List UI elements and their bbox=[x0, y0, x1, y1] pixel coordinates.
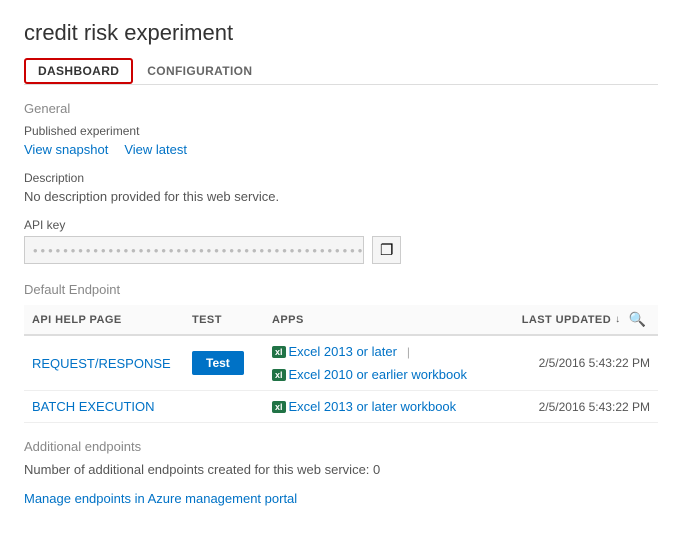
excel-badge-2013-be: xl bbox=[272, 401, 286, 413]
apps-list-be: xl Excel 2013 or later workbook bbox=[272, 399, 480, 414]
col-api-help-page: API HELP PAGE bbox=[24, 305, 184, 335]
additional-endpoints-section: Additional endpoints Number of additiona… bbox=[24, 439, 658, 506]
tab-dashboard[interactable]: DASHBOARD bbox=[24, 58, 133, 84]
excel-2013-label-rr[interactable]: Excel 2013 or later bbox=[289, 344, 397, 359]
published-experiment: Published experiment View snapshot View … bbox=[24, 124, 658, 157]
table-header-row: API HELP PAGE TEST APPS LAST UPDATED ↓ 🔍 bbox=[24, 305, 658, 335]
excel-2013-link-rr[interactable]: xl Excel 2013 or later bbox=[272, 344, 397, 359]
description-text: No description provided for this web ser… bbox=[24, 189, 658, 204]
additional-endpoints-count: Number of additional endpoints created f… bbox=[24, 462, 658, 477]
apps-cell-be: xl Excel 2013 or later workbook bbox=[264, 391, 488, 423]
excel-badge-2010-rr: xl bbox=[272, 369, 286, 381]
page-title: credit risk experiment bbox=[24, 20, 658, 46]
request-response-link-cell: REQUEST/RESPONSE bbox=[24, 335, 184, 391]
description-section: Description No description provided for … bbox=[24, 171, 658, 204]
excel-badge-2013-rr: xl bbox=[272, 346, 286, 358]
endpoint-table: API HELP PAGE TEST APPS LAST UPDATED ↓ 🔍 bbox=[24, 305, 658, 423]
last-updated-rr: 2/5/2016 5:43:22 PM bbox=[488, 335, 658, 391]
last-updated-be: 2/5/2016 5:43:22 PM bbox=[488, 391, 658, 423]
additional-endpoints-label: Additional endpoints bbox=[24, 439, 658, 454]
col-apps: APPS bbox=[264, 305, 488, 335]
test-button-cell-be bbox=[184, 391, 264, 423]
apps-cell-rr: xl Excel 2013 or later | xl Excel 2010 o… bbox=[264, 335, 488, 391]
sort-desc-icon: ↓ bbox=[615, 314, 620, 325]
api-key-value: ••••••••••••••••••••••••••••••••••••••••… bbox=[24, 236, 364, 264]
api-key-row: ••••••••••••••••••••••••••••••••••••••••… bbox=[24, 236, 658, 264]
last-updated-label: LAST UPDATED bbox=[522, 314, 611, 326]
excel-2010-label-rr[interactable]: Excel 2010 or earlier workbook bbox=[289, 367, 467, 382]
table-row: BATCH EXECUTION xl Excel 2013 or later w… bbox=[24, 391, 658, 423]
test-button-rr[interactable]: Test bbox=[192, 351, 244, 375]
api-key-label: API key bbox=[24, 218, 658, 232]
excel-2013-label-be[interactable]: Excel 2013 or later workbook bbox=[289, 399, 457, 414]
tabs-bar: DASHBOARD CONFIGURATION bbox=[24, 58, 658, 85]
tab-configuration[interactable]: CONFIGURATION bbox=[133, 58, 266, 84]
excel-2010-link-rr[interactable]: xl Excel 2010 or earlier workbook bbox=[272, 367, 467, 382]
batch-execution-link-cell: BATCH EXECUTION bbox=[24, 391, 184, 423]
manage-endpoints-link[interactable]: Manage endpoints in Azure management por… bbox=[24, 491, 297, 506]
copy-icon: ❐ bbox=[380, 241, 393, 259]
search-button[interactable]: 🔍 bbox=[625, 311, 650, 328]
main-container: credit risk experiment DASHBOARD CONFIGU… bbox=[0, 0, 682, 526]
api-key-section: API key ••••••••••••••••••••••••••••••••… bbox=[24, 218, 658, 264]
default-endpoint-section: Default Endpoint API HELP PAGE TEST APPS… bbox=[24, 282, 658, 423]
view-latest-link[interactable]: View latest bbox=[124, 142, 187, 157]
test-button-cell: Test bbox=[184, 335, 264, 391]
general-label: General bbox=[24, 101, 658, 116]
col-test: TEST bbox=[184, 305, 264, 335]
general-section: General Published experiment View snapsh… bbox=[24, 101, 658, 264]
table-row: REQUEST/RESPONSE Test xl Excel 2013 or l… bbox=[24, 335, 658, 391]
description-label: Description bbox=[24, 171, 658, 185]
published-experiment-label: Published experiment bbox=[24, 124, 658, 138]
view-snapshot-link[interactable]: View snapshot bbox=[24, 142, 108, 157]
col-last-updated: LAST UPDATED ↓ 🔍 bbox=[488, 305, 658, 335]
excel-2013-link-be[interactable]: xl Excel 2013 or later workbook bbox=[272, 399, 456, 414]
copy-api-key-button[interactable]: ❐ bbox=[372, 236, 401, 264]
batch-execution-link[interactable]: BATCH EXECUTION bbox=[32, 399, 155, 414]
apps-list-rr: xl Excel 2013 or later | xl Excel 2010 o… bbox=[272, 344, 480, 382]
default-endpoint-label: Default Endpoint bbox=[24, 282, 658, 297]
request-response-link[interactable]: REQUEST/RESPONSE bbox=[32, 356, 171, 371]
published-experiment-links: View snapshot View latest bbox=[24, 142, 658, 157]
